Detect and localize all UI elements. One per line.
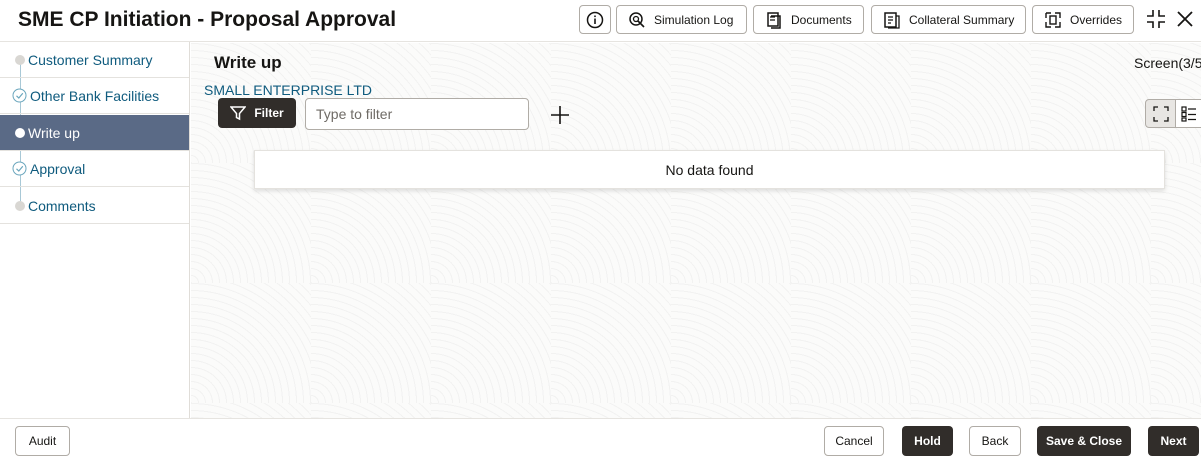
save-close-button[interactable]: Save & Close [1037,426,1131,456]
screen-counter: Screen(3/5 [1134,55,1201,71]
filter-icon [230,106,247,121]
simulation-icon [629,11,645,28]
filter-label: Filter [254,106,284,120]
current-dot-icon [15,127,25,138]
overrides-icon [1045,11,1061,28]
info-button[interactable] [579,5,611,34]
sidebar-item-write-up[interactable]: Write up [0,115,189,151]
close-icon[interactable] [1175,9,1195,29]
page-header: SME CP Initiation - Proposal Approval Si… [0,0,1201,42]
cancel-button[interactable]: Cancel [824,426,884,456]
main-content: Write up Screen(3/5 SMALL ENTERPRISE LTD… [191,43,1201,418]
audit-button[interactable]: Audit [15,426,70,456]
overrides-label: Overrides [1070,12,1123,27]
sidebar-item-approval[interactable]: Approval [0,151,189,187]
check-circle-icon [12,88,27,103]
sidebar-item-label: Write up [28,124,80,141]
section-title: Write up [214,53,282,72]
view-toggle [1145,99,1201,128]
next-button[interactable]: Next [1148,426,1199,456]
collapse-icon[interactable] [1146,9,1166,29]
add-icon[interactable] [550,105,570,125]
collateral-summary-label: Collateral Summary [909,12,1015,27]
hold-button[interactable]: Hold [902,426,953,456]
empty-table: No data found [254,150,1165,189]
sidebar-item-customer-summary[interactable]: Customer Summary [0,42,189,78]
info-icon [586,11,604,28]
empty-message: No data found [665,161,754,178]
simulation-log-label: Simulation Log [654,12,734,27]
expand-icon [1152,105,1169,122]
page-title: SME CP Initiation - Proposal Approval [18,8,397,31]
list-icon [1180,105,1196,122]
documents-icon [767,11,781,29]
train-stop-sidebar: Customer Summary Other Bank Facilities W… [0,42,190,418]
back-button[interactable]: Back [969,426,1021,456]
collateral-summary-button[interactable]: Collateral Summary [871,5,1026,34]
company-name: SMALL ENTERPRISE LTD [204,82,373,98]
sidebar-item-comments[interactable]: Comments [0,188,189,224]
sidebar-item-label: Customer Summary [28,51,153,68]
collateral-icon [884,11,900,29]
sidebar-item-label: Comments [28,197,96,214]
filter-input[interactable] [305,98,529,130]
simulation-log-button[interactable]: Simulation Log [616,5,747,34]
page-footer: Audit Cancel Hold Back Save & Close Next [0,418,1201,457]
check-circle-icon [12,161,27,176]
filter-button[interactable]: Filter [218,98,296,128]
pending-dot-icon [15,54,25,65]
overrides-button[interactable]: Overrides [1032,5,1134,34]
list-view-button[interactable] [1176,99,1201,128]
pending-dot-icon [15,200,25,211]
sidebar-item-label: Other Bank Facilities [30,87,160,104]
sidebar-item-label: Approval [30,160,86,177]
documents-label: Documents [791,12,852,27]
sidebar-item-other-bank-facilities[interactable]: Other Bank Facilities [0,78,189,114]
card-view-button[interactable] [1145,99,1176,128]
documents-button[interactable]: Documents [753,5,864,34]
